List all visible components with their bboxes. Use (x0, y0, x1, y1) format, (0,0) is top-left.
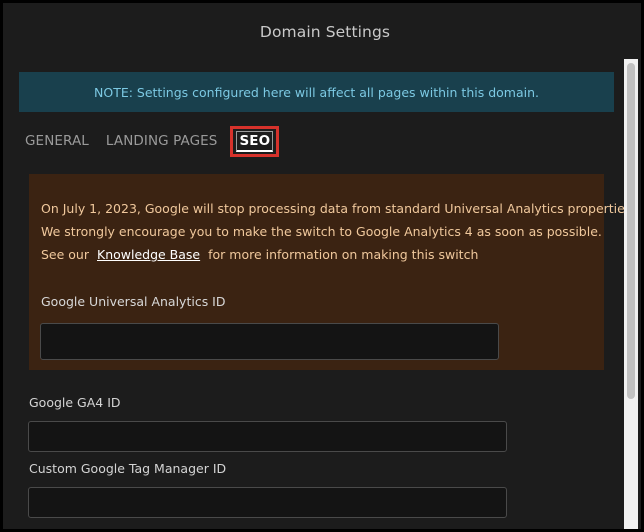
scrollbar-thumb[interactable] (627, 63, 635, 399)
domain-note-banner: NOTE: Settings configured here will affe… (19, 72, 614, 112)
vertical-scrollbar[interactable] (624, 59, 638, 529)
universal-analytics-warning: On July 1, 2023, Google will stop proces… (29, 174, 635, 370)
knowledge-base-link[interactable]: Knowledge Base (97, 247, 200, 262)
gtm-id-input[interactable] (28, 487, 507, 518)
warning-line-3: See our Knowledge Base for more informatio… (41, 247, 478, 262)
dialog-title: Domain Settings (259, 23, 391, 41)
tab-seo[interactable]: SEO (230, 125, 280, 157)
tab-seo-label: SEO (236, 130, 274, 152)
warning-line-1: On July 1, 2023, Google will stop proces… (41, 201, 636, 216)
domain-settings-dialog: Domain Settings NOTE: Settings configure… (0, 0, 644, 532)
universal-analytics-label: Google Universal Analytics ID (41, 294, 226, 309)
settings-scroll-area: NOTE: Settings configured here will affe… (3, 59, 641, 529)
warning-line-3-prefix: See our (41, 247, 89, 262)
warning-line-3-suffix: for more information on making this swit… (208, 247, 479, 262)
ga4-label: Google GA4 ID (29, 395, 121, 410)
warning-line-2: We strongly encourage you to make the sw… (41, 224, 602, 239)
universal-analytics-id-input[interactable] (40, 323, 499, 360)
tab-general[interactable]: GENERAL (25, 133, 89, 149)
ga4-id-input[interactable] (28, 421, 507, 452)
gtm-label: Custom Google Tag Manager ID (29, 461, 227, 476)
settings-tabs: GENERAL LANDING PAGES SEO (25, 125, 296, 157)
tab-landing-pages[interactable]: LANDING PAGES (106, 133, 218, 149)
